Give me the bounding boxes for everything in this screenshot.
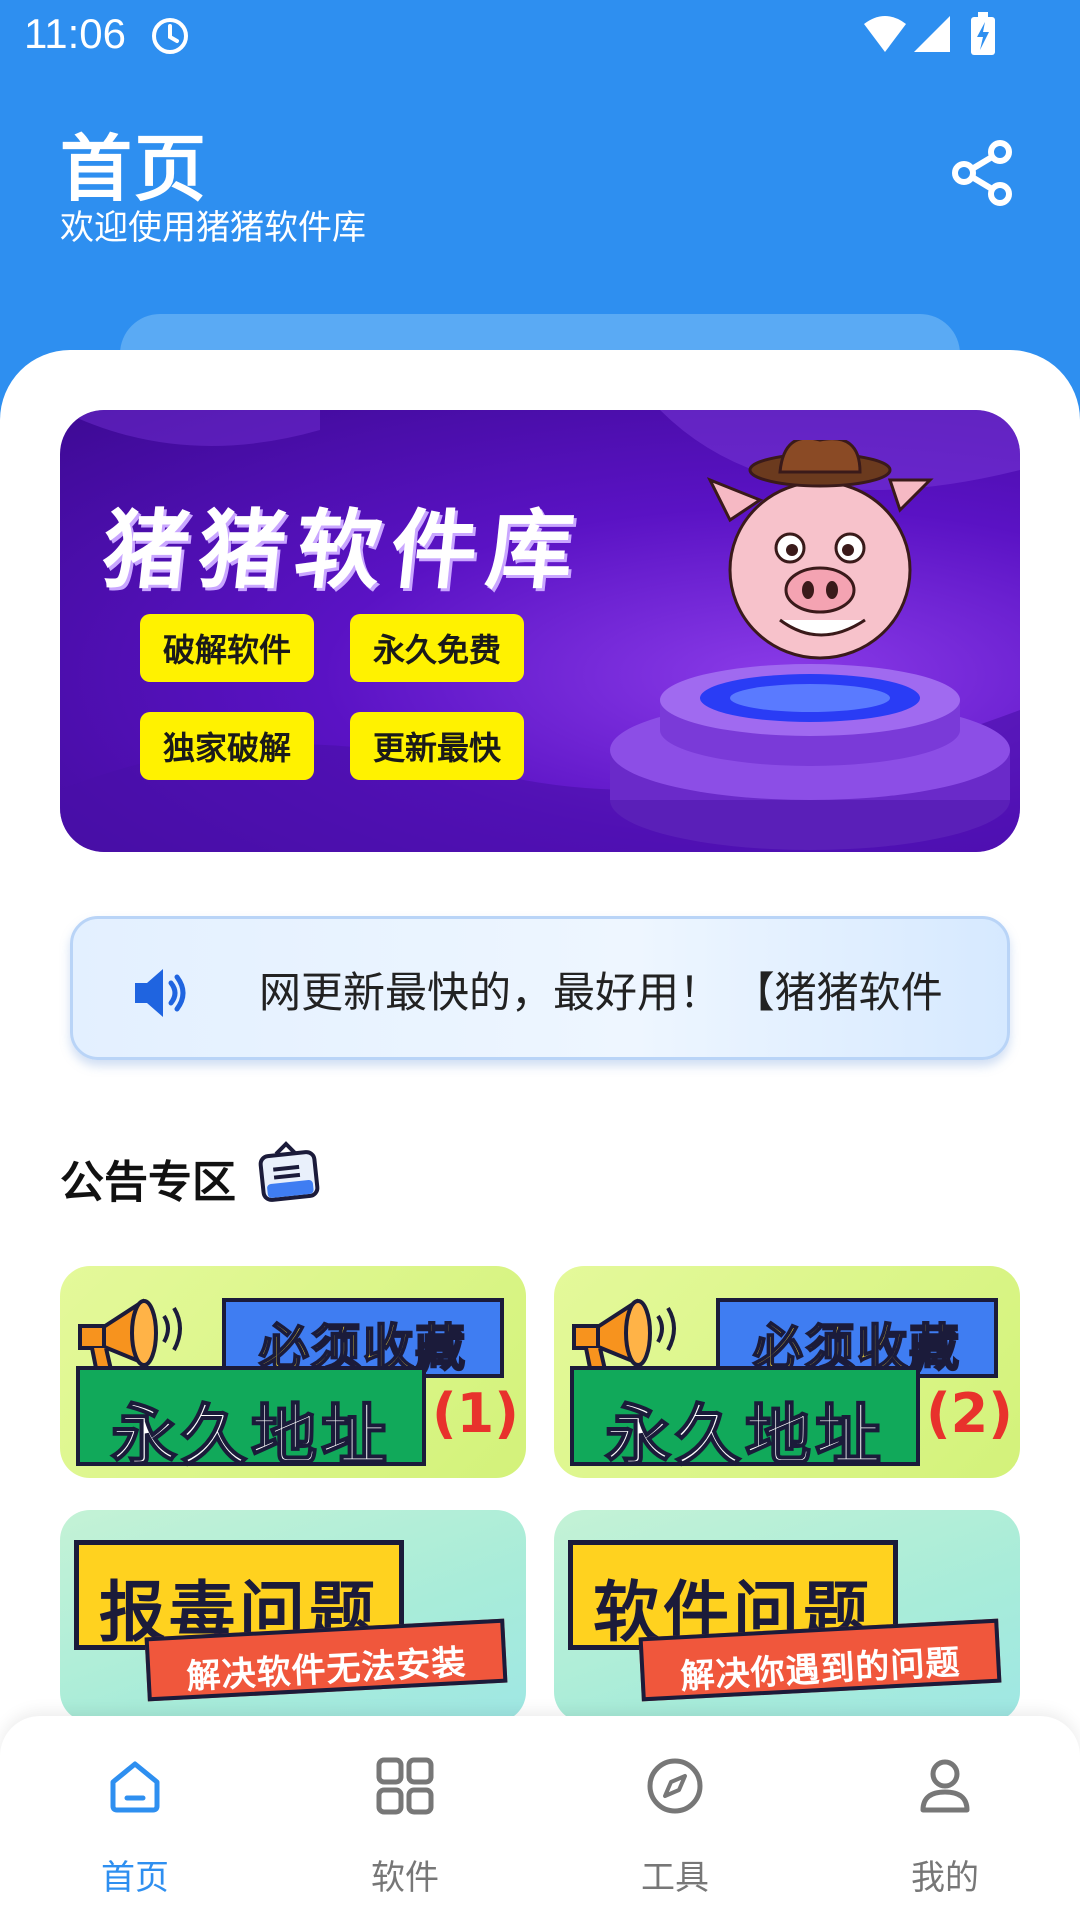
nav-label: 我的 [911, 1858, 979, 1898]
card-main-text: 永久地址 [604, 1396, 885, 1475]
nav-item-software[interactable]: 软件 [270, 1716, 540, 1920]
banner-tag: 破解软件 [140, 614, 314, 682]
status-time: 11:06 [24, 10, 126, 57]
promo-banner[interactable]: 猪猪软件库 破解软件 永久免费 独家破解 更新最快 [60, 410, 1020, 852]
card-sub-text: 解决软件无法安装 [185, 1642, 468, 1698]
bottom-navigation: 首页 软件 工具 我的 [0, 1716, 1080, 1920]
grid-icon [376, 1757, 434, 1815]
banner-tag: 更新最快 [350, 712, 524, 780]
banner-title: 猪猪软件库 [98, 503, 589, 599]
nav-label: 首页 [101, 1858, 169, 1898]
nav-item-home[interactable]: 首页 [0, 1716, 270, 1920]
banner-tag: 独家破解 [140, 712, 314, 780]
banner-tag: 永久免费 [350, 614, 524, 682]
nav-label: 软件 [371, 1858, 439, 1898]
home-icon [110, 1761, 160, 1813]
card-main-label: 永久地址 [76, 1366, 426, 1475]
pig-mascot-illustration [706, 440, 934, 660]
page-subtitle: 欢迎使用猪猪软件库 [60, 208, 366, 248]
card-sub-text: 解决你遇到的问题 [679, 1642, 962, 1698]
share-icon[interactable] [950, 140, 1016, 206]
section-title: 公告专区 [60, 1157, 236, 1208]
card-main-label: 永久地址 [570, 1366, 920, 1475]
nav-item-profile[interactable]: 我的 [810, 1716, 1080, 1920]
signal-icon [914, 16, 950, 52]
podium-illustration [610, 664, 1010, 850]
nav-item-tools[interactable]: 工具 [540, 1716, 810, 1920]
speaker-icon [135, 969, 186, 1017]
card-main-text: 永久地址 [110, 1396, 391, 1475]
announcement-card-permanent-address-1[interactable]: 必须收藏 永久地址 (1) [60, 1266, 526, 1478]
alarm-clock-icon [152, 18, 188, 54]
announcement-card-permanent-address-2[interactable]: 必须收藏 永久地址 (2) [554, 1266, 1020, 1478]
marquee-text: 网更新最快的，最好用！ 【猪猪软件 [259, 969, 943, 1016]
announcement-marquee[interactable]: 网更新最快的，最好用！ 【猪猪软件 [70, 916, 1010, 1060]
status-bar: 11:06 [0, 0, 1080, 72]
battery-charging-icon [971, 12, 995, 55]
card-number: (1) [432, 1382, 519, 1445]
wifi-icon [864, 16, 906, 52]
card-number: (2) [926, 1382, 1013, 1445]
sign-board-icon [258, 1141, 320, 1202]
compass-icon [647, 1758, 703, 1814]
user-icon [920, 1759, 970, 1813]
announcement-card-software-issues[interactable]: 软件问题 解决你遇到的问题 [554, 1510, 1020, 1722]
announcement-card-virus-warning[interactable]: 报毒问题 解决软件无法安装 [60, 1510, 526, 1722]
nav-label: 工具 [641, 1858, 709, 1898]
